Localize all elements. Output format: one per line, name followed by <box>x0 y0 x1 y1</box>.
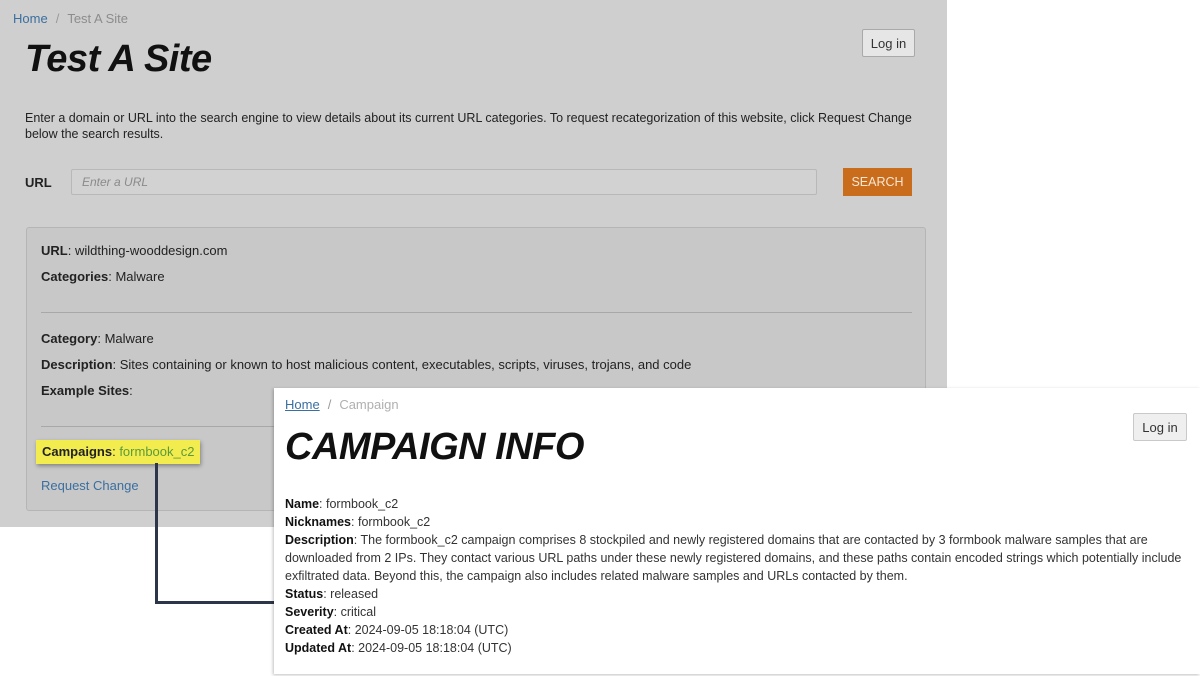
campaign-status-value: released <box>330 587 379 601</box>
campaign-created-row: Created At: 2024-09-05 18:18:04 (UTC) <box>285 623 509 637</box>
campaign-severity-value: critical <box>340 605 377 619</box>
campaign-status-row: Status: released <box>285 587 379 601</box>
result-url-key: URL <box>41 243 68 258</box>
campaign-description-key: Description <box>285 533 354 547</box>
intro-text: Enter a domain or URL into the search en… <box>25 111 912 141</box>
campaign-nicknames-value: formbook_c2 <box>357 515 431 529</box>
campaign-severity-key: Severity <box>285 605 334 619</box>
campaign-name-row: Name: formbook_c2 <box>285 497 399 511</box>
campaign-nicknames-row: Nicknames: formbook_c2 <box>285 515 431 529</box>
breadcrumb: Home / Test A Site <box>13 11 128 26</box>
page-title: Test A Site <box>25 38 212 80</box>
campaign-description-row: Description: The formbook_c2 campaign co… <box>285 533 1182 583</box>
breadcrumb-current: Test A Site <box>67 11 129 26</box>
breadcrumb-separator: / <box>327 397 332 412</box>
campaign-updated-key: Updated At <box>285 641 352 655</box>
result-categories-row: Categories: Malware <box>41 269 165 284</box>
login-button[interactable]: Log in <box>862 29 915 57</box>
breadcrumb: Home / Campaign <box>285 397 399 412</box>
result-categories-value: Malware <box>115 269 165 284</box>
campaign-name-value: formbook_c2 <box>326 497 399 511</box>
result-category-row: Category: Malware <box>41 331 154 346</box>
result-url-row: URL: wildthing-wooddesign.com <box>41 243 228 258</box>
connector-line-vertical <box>155 463 158 604</box>
result-description-row: Description: Sites containing or known t… <box>41 357 692 372</box>
result-categories-key: Categories <box>41 269 109 284</box>
campaigns-key: Campaigns <box>42 444 113 459</box>
campaign-description-value: The formbook_c2 campaign comprises 8 sto… <box>285 533 1182 583</box>
campaign-updated-row: Updated At: 2024-09-05 18:18:04 (UTC) <box>285 641 512 655</box>
result-category-key: Category <box>41 331 98 346</box>
result-example-sites-key: Example Sites <box>41 383 130 398</box>
breadcrumb-separator: / <box>55 11 60 26</box>
url-search-input[interactable] <box>71 169 817 195</box>
result-description-value: Sites containing or known to host malici… <box>119 357 692 372</box>
request-change-link[interactable]: Request Change <box>41 478 139 493</box>
connector-line-horizontal <box>155 601 275 604</box>
login-button[interactable]: Log in <box>1133 413 1187 441</box>
campaign-updated-value: 2024-09-05 18:18:04 (UTC) <box>358 641 512 655</box>
search-button[interactable]: SEARCH <box>843 168 912 196</box>
campaigns-link[interactable]: formbook_c2 <box>119 444 194 459</box>
campaign-name-key: Name <box>285 497 320 511</box>
breadcrumb-current: Campaign <box>339 397 399 412</box>
campaign-details: Name: formbook_c2 Nicknames: formbook_c2… <box>285 495 1185 657</box>
campaign-nicknames-key: Nicknames <box>285 515 352 529</box>
url-label: URL <box>25 175 52 190</box>
campaign-status-key: Status <box>285 587 324 601</box>
breadcrumb-home-link[interactable]: Home <box>13 11 48 26</box>
result-example-sites-row: Example Sites: <box>41 383 133 398</box>
campaign-severity-row: Severity: critical <box>285 605 377 619</box>
result-category-value: Malware <box>104 331 154 346</box>
breadcrumb-home-link[interactable]: Home <box>285 397 320 412</box>
result-url-value: wildthing-wooddesign.com <box>74 243 228 258</box>
campaign-created-value: 2024-09-05 18:18:04 (UTC) <box>354 623 509 637</box>
result-description-key: Description <box>41 357 113 372</box>
campaign-created-key: Created At <box>285 623 348 637</box>
divider <box>41 312 912 313</box>
page-title: CAMPAIGN INFO <box>285 426 584 468</box>
campaign-info-page: Home / Campaign CAMPAIGN INFO Log in Name:… <box>274 388 1200 674</box>
campaigns-highlight: Campaigns: formbook_c2 <box>36 440 201 464</box>
